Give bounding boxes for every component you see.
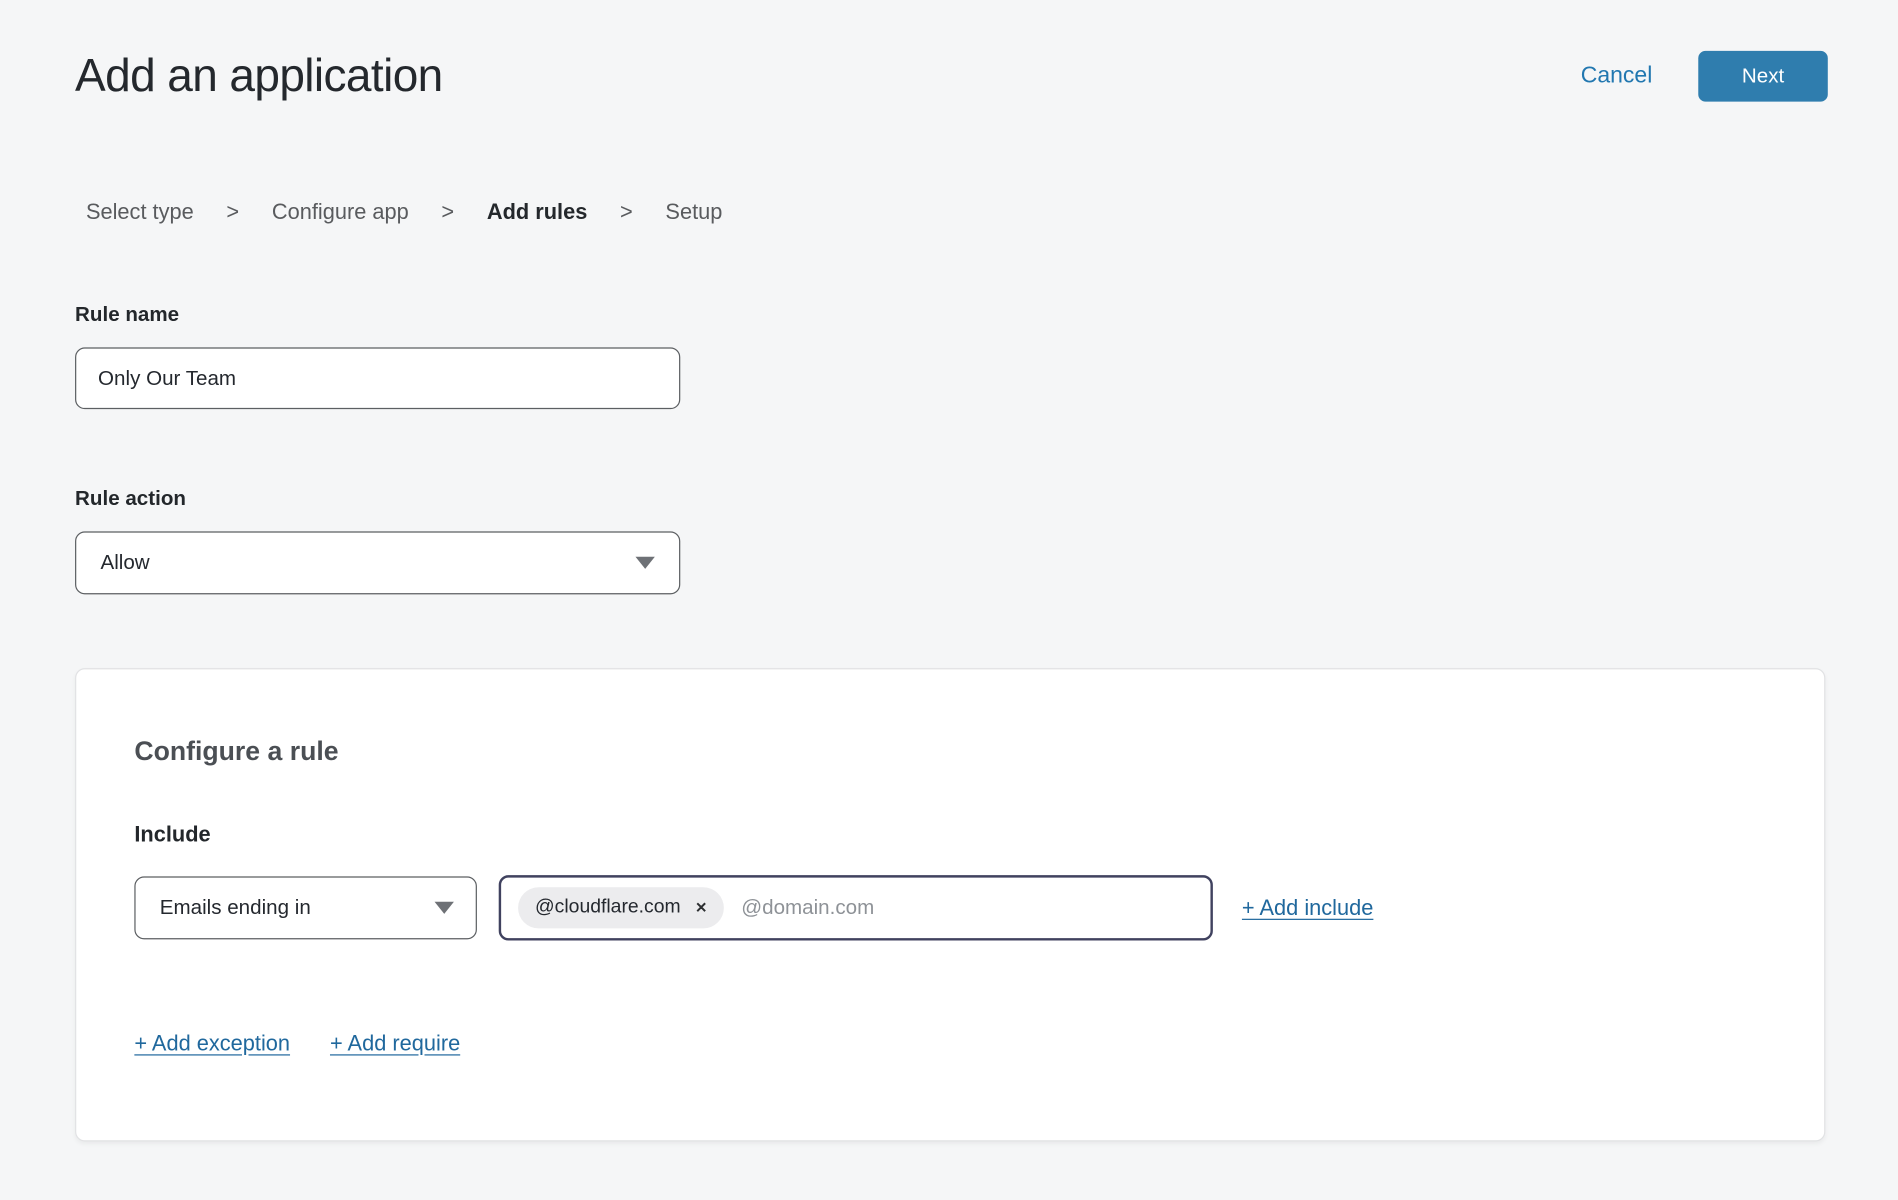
breadcrumb-separator: > <box>441 200 454 225</box>
include-selector-value: Emails ending in <box>160 896 311 920</box>
breadcrumb-step-select-type[interactable]: Select type <box>86 200 194 225</box>
caret-down-icon <box>635 557 654 569</box>
rule-name-input[interactable] <box>75 347 680 409</box>
breadcrumb-step-add-rules: Add rules <box>487 200 587 225</box>
email-domains-input-field[interactable]: @cloudflare.com ✕ <box>499 875 1213 940</box>
page-header: Add an application Cancel Next <box>0 0 1898 104</box>
add-require-link[interactable]: + Add require <box>330 1031 460 1056</box>
page-title: Add an application <box>75 48 443 104</box>
breadcrumb: Select type > Configure app > Add rules … <box>86 200 1898 225</box>
rule-action-select[interactable]: Allow <box>75 531 680 594</box>
cancel-button[interactable]: Cancel <box>1581 63 1653 90</box>
configure-rule-title: Configure a rule <box>134 736 1766 767</box>
configure-rule-card: Configure a rule Include Emails ending i… <box>75 668 1825 1141</box>
rule-links-row: + Add exception + Add require <box>134 1031 1766 1056</box>
email-domain-input[interactable] <box>739 895 1194 922</box>
breadcrumb-step-setup[interactable]: Setup <box>665 200 722 225</box>
rule-action-value: Allow <box>100 551 149 575</box>
add-application-page: Add an application Cancel Next Select ty… <box>0 0 1898 1200</box>
breadcrumb-step-configure-app[interactable]: Configure app <box>272 200 409 225</box>
add-include-link[interactable]: + Add include <box>1242 895 1373 920</box>
email-domain-chip-label: @cloudflare.com <box>535 897 681 919</box>
email-domain-chip: @cloudflare.com ✕ <box>518 887 724 928</box>
header-actions: Cancel Next <box>1581 51 1828 102</box>
breadcrumb-separator: > <box>226 200 239 225</box>
include-selector-select[interactable]: Emails ending in <box>134 876 477 939</box>
breadcrumb-separator: > <box>620 200 633 225</box>
rule-action-label: Rule action <box>75 487 1898 511</box>
chip-remove-icon[interactable]: ✕ <box>695 901 707 916</box>
include-rule-row: Emails ending in @cloudflare.com ✕ + Add… <box>134 875 1766 940</box>
include-label: Include <box>134 822 1766 847</box>
caret-down-icon <box>435 902 454 914</box>
add-exception-link[interactable]: + Add exception <box>134 1031 290 1056</box>
next-button[interactable]: Next <box>1698 51 1827 102</box>
rule-name-label: Rule name <box>75 303 1898 327</box>
